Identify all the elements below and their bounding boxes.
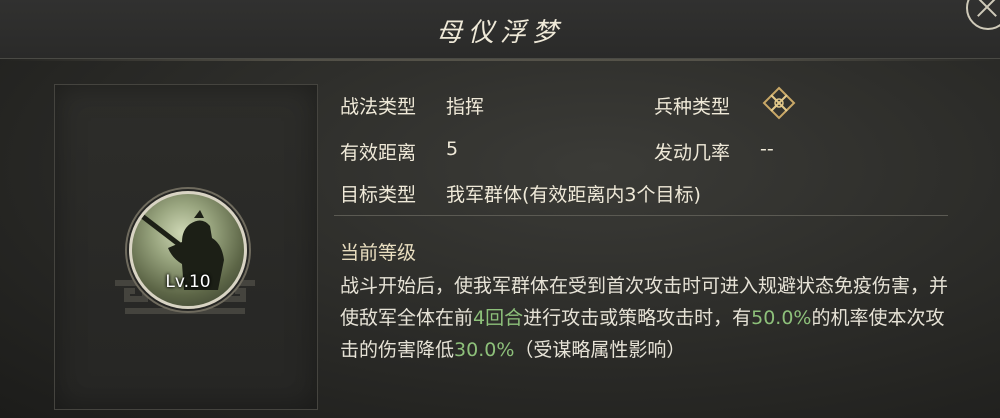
general-portrait: Lv.10	[129, 191, 247, 309]
portrait-panel: Lv.10	[54, 84, 318, 410]
divider	[334, 215, 948, 216]
desc-highlight-rounds: 4回合	[473, 307, 524, 329]
desc-text-2: 进行攻击或策略攻击时，有	[523, 307, 752, 329]
skill-title: 母仪浮梦	[435, 18, 564, 48]
skill-type-value: 指挥	[446, 96, 485, 118]
skill-type-label: 战法类型	[340, 96, 417, 118]
target-row: 目标类型 我军群体(有效距离内3个目标)	[340, 180, 701, 207]
level-label: Lv.10	[165, 272, 211, 292]
rate-label: 发动几率	[654, 142, 731, 164]
crossed-weapons-diamond-icon	[762, 86, 796, 120]
desc-highlight-chance: 50.0%	[751, 307, 812, 329]
troop-type-row: 兵种类型	[654, 86, 796, 120]
rate-value: --	[760, 138, 774, 160]
skill-type-row: 战法类型 指挥	[340, 92, 484, 119]
title-bar: 母仪浮梦	[0, 0, 1000, 61]
range-label: 有效距离	[340, 142, 417, 164]
desc-highlight-reduction: 30.0%	[454, 339, 515, 361]
troop-type-label: 兵种类型	[654, 96, 731, 118]
target-value: 我军群体(有效距离内3个目标)	[446, 184, 701, 206]
range-value: 5	[446, 138, 459, 160]
range-row: 有效距离 5	[340, 138, 458, 165]
skill-description: 战斗开始后，使我军群体在受到首次攻击时可进入规避状态免疫伤害，并使敌军全体在前4…	[340, 270, 950, 366]
rate-row: 发动几率 --	[654, 138, 774, 165]
current-level-title: 当前等级	[340, 242, 417, 264]
target-label: 目标类型	[340, 184, 417, 206]
desc-text-4: （受谋略属性影响）	[514, 339, 686, 361]
